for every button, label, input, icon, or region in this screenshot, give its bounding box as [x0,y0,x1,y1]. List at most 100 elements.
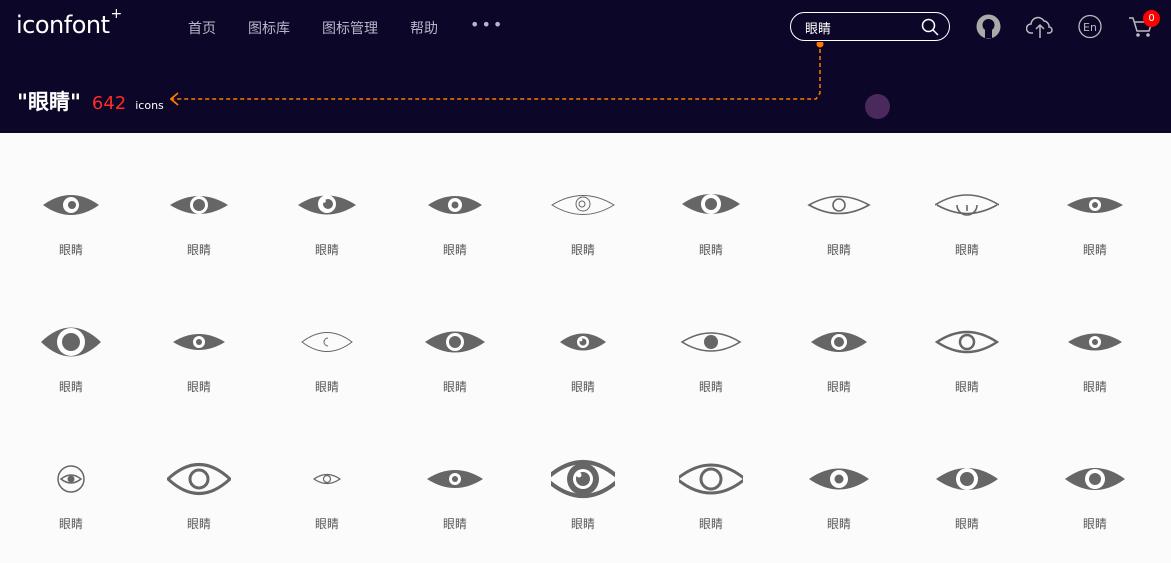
upload-cloud-icon[interactable] [1026,14,1054,39]
result-unit: icons [135,99,164,112]
search-icon[interactable] [921,18,939,36]
decorative-dot [865,94,890,119]
icon-card[interactable]: 眼睛 [135,444,263,554]
nav-icon-library[interactable]: 图标库 [248,18,290,38]
icon-card[interactable]: 眼睛 [135,170,263,280]
icon-card[interactable]: 眼睛 [391,307,519,417]
icon-card-label: 眼睛 [826,243,851,257]
icon-card[interactable]: 眼睛 [263,170,391,280]
eye-icon [312,473,342,485]
eye-icon [298,195,356,215]
eye-icon [935,330,999,354]
eye-icon [170,196,228,214]
eye-icon [1067,197,1123,213]
eye-icon [936,468,998,490]
icon-card-label: 眼睛 [442,517,467,531]
svg-text:En: En [1083,21,1097,34]
search-box[interactable] [790,12,950,41]
icon-card-label: 眼睛 [186,243,211,257]
eye-icon [807,195,871,215]
eye-icon [935,194,999,216]
nav-icon-management[interactable]: 图标管理 [322,18,378,38]
eye-icon [560,333,606,351]
icon-card-label: 眼睛 [186,517,211,531]
eye-icon [428,196,482,214]
icon-card[interactable]: 眼睛 [7,444,135,554]
github-icon[interactable] [976,14,1001,39]
icon-card[interactable]: 眼睛 [519,444,647,554]
nav-home[interactable]: 首页 [188,18,216,38]
result-query: "眼睛" [17,90,81,114]
icon-card[interactable]: 眼睛 [7,307,135,417]
icon-card-label: 眼睛 [58,243,83,257]
icon-card[interactable]: 眼睛 [135,307,263,417]
icon-card-label: 眼睛 [314,243,339,257]
nav-more-button[interactable]: ••• [470,15,504,38]
icon-card[interactable]: 眼睛 [775,444,903,554]
icon-card[interactable]: 眼睛 [263,307,391,417]
logo-plus: + [110,6,123,22]
eye-icon [167,463,231,495]
icon-card[interactable]: 眼睛 [391,170,519,280]
eye-icon [1068,333,1122,351]
nav-help[interactable]: 帮助 [410,18,438,38]
icon-card[interactable]: 眼睛 [903,444,1031,554]
eye-icon [811,332,867,352]
eye-icon [425,331,485,353]
icon-card-label: 眼睛 [186,380,211,394]
icon-card-label: 眼睛 [314,517,339,531]
icon-card[interactable]: 眼睛 [647,307,775,417]
eye-icon [679,463,743,495]
icon-card-label: 眼睛 [58,380,83,394]
icon-card[interactable]: 眼睛 [263,444,391,554]
eye-icon [43,195,99,215]
icon-card[interactable]: 眼睛 [775,307,903,417]
icon-card-label: 眼睛 [570,243,595,257]
eye-icon [427,470,483,488]
eye-icon [680,332,742,352]
icon-card-label: 眼睛 [1082,517,1107,531]
cart-count-badge: 0 [1143,10,1160,27]
eye-icon [551,460,615,498]
main-nav: 首页 图标库 图标管理 帮助 ••• [188,15,504,38]
eye-icon [1065,468,1125,490]
language-en-icon[interactable]: En [1078,14,1102,39]
icon-card[interactable]: 眼睛 [903,307,1031,417]
icon-card[interactable]: 眼睛 [647,444,775,554]
icon-card[interactable]: 眼睛 [1031,170,1159,280]
icon-card[interactable]: 眼睛 [1031,444,1159,554]
top-header: iconfont+ 首页 图标库 图标管理 帮助 ••• En 0 "眼睛" 6… [0,0,1171,133]
icon-card-label: 眼睛 [954,517,979,531]
logo-text: iconfont [16,11,110,39]
icon-card-label: 眼睛 [826,380,851,394]
search-input[interactable] [805,18,923,36]
icon-card-label: 眼睛 [1082,380,1107,394]
icon-card[interactable]: 眼睛 [647,170,775,280]
eye-icon [682,194,740,214]
iconfont-logo[interactable]: iconfont+ [16,6,122,39]
icon-card[interactable]: 眼睛 [7,170,135,280]
icon-card[interactable]: 眼睛 [519,170,647,280]
icon-card[interactable]: 眼睛 [391,444,519,554]
eye-icon [551,195,615,215]
icon-card-label: 眼睛 [570,380,595,394]
icon-card-label: 眼睛 [1082,243,1107,257]
eye-icon [301,332,353,352]
icon-card-label: 眼睛 [698,517,723,531]
icon-card-label: 眼睛 [570,517,595,531]
eye-icon [57,465,85,493]
icon-card[interactable]: 眼睛 [519,307,647,417]
eye-icon [41,327,101,357]
icon-card-label: 眼睛 [954,380,979,394]
icon-card-label: 眼睛 [826,517,851,531]
icon-card[interactable]: 眼睛 [775,170,903,280]
search-result-summary: "眼睛" 642 icons [17,86,164,116]
eye-icon [809,468,869,490]
icon-card-label: 眼睛 [698,380,723,394]
icon-card-label: 眼睛 [698,243,723,257]
icon-card[interactable]: 眼睛 [903,170,1031,280]
icon-card-label: 眼睛 [314,380,339,394]
icon-card[interactable]: 眼睛 [1031,307,1159,417]
icon-card-label: 眼睛 [58,517,83,531]
annotation-arrow [170,42,824,106]
